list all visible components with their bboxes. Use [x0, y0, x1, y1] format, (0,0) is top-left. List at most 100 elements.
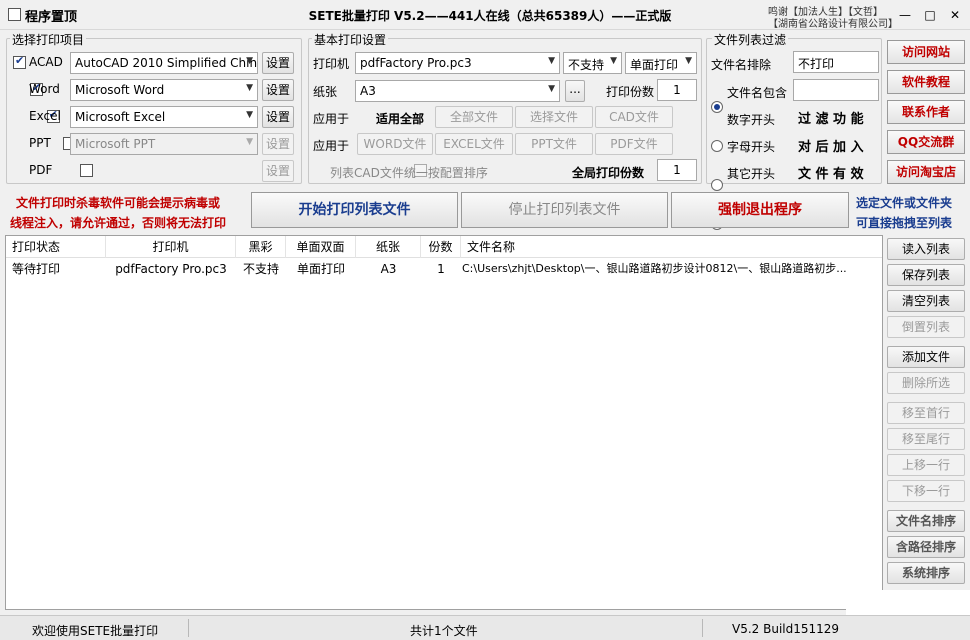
chevron-down-icon: ▼ [610, 56, 617, 66]
apply-ppt-files-button[interactable]: PPT文件 [515, 133, 593, 155]
qq-group-button[interactable]: QQ交流群 [887, 130, 965, 154]
letter-start-radio[interactable] [711, 179, 723, 191]
clear-list-button[interactable]: 清空列表 [887, 290, 965, 312]
column-header-paper[interactable]: 纸张 [356, 236, 421, 258]
cell-copies: 1 [437, 262, 445, 276]
add-file-button[interactable]: 添加文件 [887, 346, 965, 368]
digit-start-label: 数字开头 [727, 113, 776, 127]
acad-settings-button[interactable]: 设置 [262, 52, 294, 74]
global-copies-input[interactable]: 1 [657, 159, 697, 181]
warning-line-1: 文件打印时杀毒软件可能会提示病毒或 [16, 196, 221, 210]
word-label: Word [29, 82, 60, 96]
pin-on-top-checkbox[interactable] [8, 8, 21, 21]
status-file-count: 共计1个文件 [410, 624, 478, 638]
save-list-button[interactable]: 保存列表 [887, 264, 965, 286]
pdf-checkbox[interactable] [80, 164, 94, 177]
taobao-store-button[interactable]: 访问淘宝店 [887, 160, 965, 184]
column-header-printer[interactable]: 打印机 [106, 236, 236, 258]
pin-on-top-label: 程序置顶 [25, 10, 78, 25]
ppt-settings-button[interactable]: 设置 [262, 133, 294, 155]
table-row[interactable]: 等待打印 pdfFactory Pro.pc3 不支持 单面打印 A3 1 C:… [6, 259, 882, 279]
apply-all-files-button[interactable]: 全部文件 [435, 106, 513, 128]
file-list-table[interactable]: 打印状态 打印机 黑彩 单面双面 纸张 份数 文件名称 等待打印 pdfFact… [5, 235, 883, 610]
chevron-down-icon: ▼ [685, 56, 692, 66]
pdf-settings-button[interactable]: 设置 [262, 160, 294, 182]
cell-paper: A3 [380, 262, 397, 276]
read-list-button[interactable]: 读入列表 [887, 238, 965, 260]
start-print-button[interactable]: 开始打印列表文件 [251, 192, 458, 228]
ppt-version-select[interactable]: Microsoft PPT ▼ [70, 133, 258, 155]
reverse-list-button[interactable]: 倒置列表 [887, 316, 965, 338]
chevron-down-icon: ▼ [548, 84, 555, 94]
word-settings-button[interactable]: 设置 [262, 79, 294, 101]
chevron-down-icon: ▼ [246, 56, 253, 66]
ppt-version-value: Microsoft PPT [75, 137, 156, 151]
acad-label: ACAD [29, 55, 63, 69]
status-welcome: 欢迎使用SETE批量打印 [32, 624, 159, 638]
print-items-title: 选择打印项目 [10, 31, 87, 48]
apply-word-files-button[interactable]: WORD文件 [357, 133, 433, 155]
apply-excel-files-button[interactable]: EXCEL文件 [435, 133, 513, 155]
move-down-button[interactable]: 下移一行 [887, 480, 965, 502]
window-title: SETE批量打印 V5.2——441人在线（总共65389人）——正式版 [308, 9, 672, 23]
visit-website-button[interactable]: 访问网站 [887, 40, 965, 64]
contains-input[interactable] [793, 79, 879, 101]
file-filter-title: 文件列表过滤 [712, 31, 789, 48]
copies-input[interactable]: 1 [657, 79, 697, 101]
column-header-status[interactable]: 打印状态 [6, 236, 106, 258]
paper-value: A3 [360, 84, 376, 98]
exclude-input[interactable]: 不打印 [793, 51, 879, 73]
apply-cad-files-button[interactable]: CAD文件 [595, 106, 673, 128]
stop-print-button[interactable]: 停止打印列表文件 [461, 192, 668, 228]
move-up-button[interactable]: 上移一行 [887, 454, 965, 476]
printer-select[interactable]: pdfFactory Pro.pc3 ▼ [355, 52, 560, 74]
excel-settings-button[interactable]: 设置 [262, 106, 294, 128]
paper-label: 纸张 [313, 85, 338, 99]
printer-label: 打印机 [313, 57, 350, 71]
minimize-button[interactable]: — [895, 6, 915, 24]
color-mode-select[interactable]: 不支持 ▼ [563, 52, 622, 74]
maximize-button[interactable]: □ [920, 6, 940, 24]
filter-desc-2: 对 后 加 入 [798, 140, 864, 155]
apply-pdf-files-button[interactable]: PDF文件 [595, 133, 673, 155]
column-header-copies[interactable]: 份数 [421, 236, 461, 258]
status-separator [702, 619, 703, 637]
move-first-button[interactable]: 移至首行 [887, 402, 965, 424]
global-copies-label: 全局打印份数 [572, 166, 645, 180]
excel-version-value: Microsoft Excel [75, 110, 166, 124]
sort-by-name-button[interactable]: 文件名排序 [887, 510, 965, 532]
duplex-select[interactable]: 单面打印 ▼ [625, 52, 697, 74]
move-last-button[interactable]: 移至尾行 [887, 428, 965, 450]
apply-selected-files-button[interactable]: 选择文件 [515, 106, 593, 128]
filter-desc-1: 过 滤 功 能 [798, 112, 864, 127]
acad-version-value: AutoCAD 2010 Simplified Chin [75, 56, 258, 70]
tutorial-button[interactable]: 软件教程 [887, 70, 965, 94]
exclude-label: 文件名排除 [711, 58, 772, 72]
close-button[interactable]: ✕ [945, 6, 965, 24]
chevron-down-icon: ▼ [548, 56, 555, 66]
contains-radio[interactable] [711, 101, 723, 113]
column-header-filename[interactable]: 文件名称 [461, 236, 881, 258]
excel-version-select[interactable]: Microsoft Excel ▼ [70, 106, 258, 128]
excel-label: Excel [29, 109, 61, 123]
credit-line-2: 【湖南省公路设计有限公司】 [768, 19, 898, 30]
digit-start-radio[interactable] [711, 140, 723, 152]
contact-author-button[interactable]: 联系作者 [887, 100, 965, 124]
delete-selected-button[interactable]: 删除所选 [887, 372, 965, 394]
force-exit-button[interactable]: 强制退出程序 [671, 192, 849, 228]
warning-line-2: 线程注入，请允许通过，否则将无法打印 [10, 216, 227, 230]
paper-browse-button[interactable]: ... [565, 80, 585, 102]
system-sort-button[interactable]: 系统排序 [887, 562, 965, 584]
chevron-down-icon: ▼ [246, 137, 253, 147]
acad-version-select[interactable]: AutoCAD 2010 Simplified Chin ▼ [70, 52, 258, 74]
acad-checkbox[interactable] [13, 54, 26, 69]
word-version-select[interactable]: Microsoft Word ▼ [70, 79, 258, 101]
cell-duplex: 单面打印 [296, 262, 345, 276]
apply-to-label-2: 应用于 [313, 139, 350, 153]
chevron-down-icon: ▼ [246, 110, 253, 120]
column-header-duplex[interactable]: 单面双面 [286, 236, 356, 258]
paper-select[interactable]: A3 ▼ [355, 80, 560, 102]
apply-all-label: 适用全部 [376, 112, 425, 126]
sort-by-path-button[interactable]: 含路径排序 [887, 536, 965, 558]
column-header-color[interactable]: 黑彩 [236, 236, 286, 258]
